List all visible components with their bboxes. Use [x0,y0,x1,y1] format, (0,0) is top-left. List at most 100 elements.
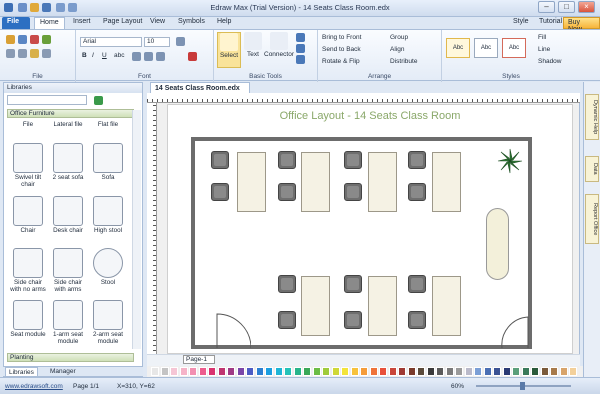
color-swatch[interactable] [455,367,463,376]
color-swatch[interactable] [255,367,264,376]
shape-swivel-tilt-chair[interactable]: Swivel tilt chair [8,143,48,188]
chair[interactable] [278,151,296,169]
line-button[interactable]: Line [538,46,550,53]
tab-symbols[interactable]: Symbols [173,17,210,29]
buy-now-button[interactable]: Buy Now [563,17,600,33]
shape-seat-module[interactable]: Seat module [8,300,48,338]
chair[interactable] [408,183,426,201]
shape-1-arm-seat-module[interactable]: 1-arm seat module [48,300,88,345]
shape-2-arm-seat-module[interactable]: 2-arm seat module [88,300,128,345]
chair[interactable] [211,151,229,169]
chair[interactable] [344,151,362,169]
tab-help[interactable]: Help [212,17,236,29]
color-swatch[interactable] [407,367,416,376]
library-category-office-furniture[interactable]: Office Furniture [7,109,134,118]
shape-2-seat-sofa[interactable]: 2 seat sofa [48,143,88,181]
font-name-select[interactable]: Arial [80,37,142,47]
desk[interactable] [301,276,330,336]
close-button[interactable]: × [578,1,595,13]
color-swatch[interactable] [284,367,292,376]
style-menu[interactable]: Style [508,17,534,29]
chair[interactable] [278,275,296,293]
dynamic-help-tab[interactable]: Dynamic Help [585,94,599,140]
color-swatch[interactable] [417,367,425,376]
shape-sofa[interactable]: Sofa [88,143,128,181]
desk[interactable] [368,152,397,212]
color-swatch[interactable] [540,367,549,376]
tab-manager[interactable]: Manager [47,367,79,377]
shape-side-chair-arms[interactable]: Side chair with arms [48,248,88,293]
copy-icon[interactable] [18,49,27,58]
door-swing[interactable] [500,315,530,350]
color-swatch[interactable] [474,367,482,376]
text-tool-button[interactable]: Text [242,32,264,58]
website-link[interactable]: www.edrawsoft.com [5,383,63,390]
color-swatch[interactable] [502,367,511,376]
page-tab[interactable]: Page-1 [183,355,215,364]
tab-file[interactable]: File [2,17,30,29]
color-swatch[interactable] [208,367,216,376]
color-swatch[interactable] [531,367,539,376]
strikethrough-button[interactable]: abc [114,52,124,59]
data-tab[interactable]: Data [585,156,599,182]
color-swatch[interactable] [170,367,178,376]
style-preset-2[interactable]: Abc [474,38,498,58]
long-stool[interactable] [486,208,509,280]
maximize-button[interactable]: □ [558,1,575,13]
color-swatch[interactable] [483,367,492,376]
rectangle-icon[interactable] [296,44,305,53]
color-swatch[interactable] [521,367,530,376]
send-to-back-button[interactable]: Send to Back [322,46,361,53]
color-swatch[interactable] [445,367,454,376]
pdf-icon[interactable] [30,35,39,44]
color-swatch[interactable] [246,367,254,376]
bring-to-front-button[interactable]: Bring to Front [322,34,361,41]
style-preset-3[interactable]: Abc [502,38,526,58]
library-scrollbar[interactable] [132,110,141,349]
color-swatch[interactable] [151,367,159,376]
color-swatch[interactable] [160,367,169,376]
shape-stool[interactable]: Stool [88,248,128,286]
shadow-button[interactable]: Shadow [538,58,562,65]
shape-file[interactable]: File [8,121,48,128]
zoom-slider-thumb[interactable] [520,382,525,390]
color-swatch[interactable] [559,367,568,376]
align-center-icon[interactable] [144,52,153,61]
color-swatch[interactable] [189,367,197,376]
minimize-button[interactable]: – [538,1,555,13]
color-swatch[interactable] [493,367,501,376]
report-office-tab[interactable]: Report Office [585,194,599,244]
shape-side-chair-no-arms[interactable]: Side chair with no arms [8,248,48,293]
rotate-flip-button[interactable]: Rotate & Flip [322,58,360,65]
color-swatch[interactable] [436,367,444,376]
style-preset-1[interactable]: Abc [446,38,470,58]
line-icon[interactable] [296,33,305,42]
color-swatch[interactable] [360,367,368,376]
chair[interactable] [344,183,362,201]
color-swatch[interactable] [322,367,330,376]
color-swatch[interactable] [312,367,321,376]
library-search[interactable] [7,95,87,105]
color-swatch[interactable] [265,367,273,376]
format-painter-icon[interactable] [42,49,51,58]
desk[interactable] [432,152,461,212]
ellipse-icon[interactable] [296,55,305,64]
color-swatch[interactable] [464,367,473,376]
tab-page-layout[interactable]: Page Layout [98,17,147,29]
connector-tool-button[interactable]: Connector [264,32,294,58]
cut-icon[interactable] [6,49,15,58]
chair[interactable] [344,311,362,329]
door-swing[interactable] [215,312,251,350]
shape-flat-file[interactable]: Flat file [88,121,128,128]
plant-icon[interactable] [497,148,523,174]
color-swatch[interactable] [293,367,302,376]
fill-button[interactable]: Fill [538,34,546,41]
plan-title[interactable]: Office Layout - 14 Seats Class Room [167,110,573,122]
add-library-icon[interactable] [94,96,103,105]
chair[interactable] [211,183,229,201]
color-swatch[interactable] [236,367,245,376]
color-swatch[interactable] [217,367,226,376]
select-tool-button[interactable]: Select [217,32,241,68]
chair[interactable] [278,183,296,201]
align-left-icon[interactable] [132,52,141,61]
